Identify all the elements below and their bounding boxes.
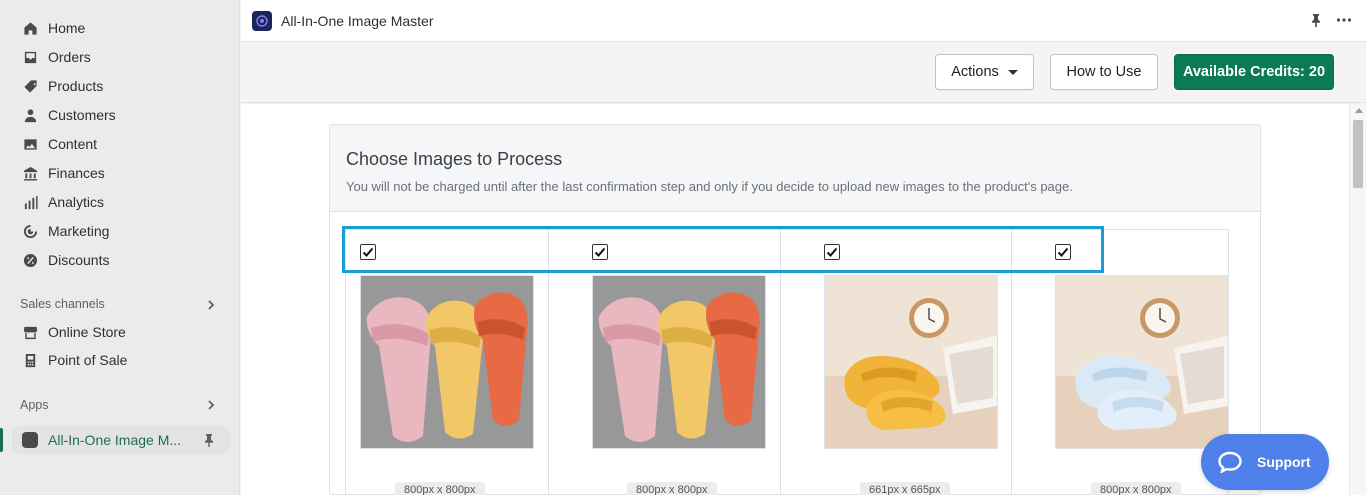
product-image-2[interactable]: [592, 275, 766, 449]
actions-dropdown-button[interactable]: Actions: [935, 54, 1034, 90]
home-icon: [22, 20, 38, 36]
apps-label: Apps: [20, 398, 49, 412]
target-icon: [22, 223, 38, 239]
sidebar-item-app[interactable]: All-In-One Image M...: [12, 426, 230, 454]
card-subtitle: You will not be charged until after the …: [346, 179, 1073, 194]
support-label: Support: [1257, 454, 1311, 470]
app-logo-icon: [252, 10, 272, 31]
action-bar: Actions How to Use Available Credits: 20: [241, 43, 1366, 103]
app-titlebar: All-In-One Image Master: [241, 0, 1366, 42]
sidebar: Home Orders Products Customers Content F…: [0, 0, 240, 495]
sidebar-item-label: Home: [48, 20, 86, 36]
tag-icon: [22, 78, 38, 94]
caret-down-icon: [1007, 69, 1018, 75]
sidebar-item-orders[interactable]: Orders: [12, 43, 230, 71]
scroll-thumb[interactable]: [1353, 120, 1363, 188]
app-icon: [22, 432, 38, 448]
sidebar-item-point-of-sale[interactable]: Point of Sale: [12, 346, 230, 374]
sidebar-item-label: Customers: [48, 107, 116, 123]
sidebar-item-label: Finances: [48, 165, 105, 181]
active-indicator: [0, 428, 3, 452]
sidebar-item-label: All-In-One Image M...: [48, 432, 182, 448]
how-to-use-button[interactable]: How to Use: [1050, 54, 1158, 90]
how-to-use-label: How to Use: [1066, 64, 1142, 80]
more-options-icon[interactable]: [1336, 12, 1352, 33]
checkbox-row-highlight: [342, 226, 1104, 273]
sidebar-item-label: Content: [48, 136, 98, 152]
scrollbar[interactable]: [1349, 104, 1366, 495]
chevron-right-icon[interactable]: [205, 298, 217, 310]
image-icon: [22, 136, 38, 152]
sidebar-item-label: Orders: [48, 49, 91, 65]
sidebar-item-marketing[interactable]: Marketing: [12, 217, 230, 245]
bank-icon: [22, 165, 38, 181]
sidebar-item-label: Point of Sale: [48, 352, 128, 368]
scroll-up-icon[interactable]: [1355, 108, 1363, 113]
sidebar-item-label: Products: [48, 78, 104, 94]
sidebar-item-label: Marketing: [48, 223, 110, 239]
sidebar-item-analytics[interactable]: Analytics: [12, 188, 230, 216]
product-image-1[interactable]: [360, 275, 534, 449]
chevron-right-icon[interactable]: [205, 398, 217, 410]
product-image-4[interactable]: [1055, 275, 1229, 449]
inbox-icon: [22, 49, 38, 65]
percent-badge-icon: [22, 252, 38, 268]
sidebar-item-discounts[interactable]: Discounts: [12, 246, 230, 274]
support-button[interactable]: Support: [1201, 434, 1329, 490]
person-icon: [22, 107, 38, 123]
actions-label: Actions: [951, 64, 999, 80]
card-title: Choose Images to Process: [346, 149, 563, 169]
image-size-label: 800px x 800px: [1091, 482, 1181, 495]
chat-bubble-icon: [1218, 451, 1242, 473]
image-size-label: 800px x 800px: [395, 482, 485, 495]
pos-icon: [22, 352, 38, 368]
image-size-label: 800px x 800px: [627, 482, 717, 495]
sidebar-item-finances[interactable]: Finances: [12, 159, 230, 187]
pin-icon[interactable]: [1308, 12, 1324, 33]
sales-channels-label: Sales channels: [20, 297, 105, 311]
credits-label: Available Credits: 20: [1182, 64, 1326, 80]
sidebar-item-label: Discounts: [48, 252, 110, 268]
bar-chart-icon: [22, 194, 38, 210]
sidebar-item-home[interactable]: Home: [12, 14, 230, 42]
sidebar-item-products[interactable]: Products: [12, 72, 230, 100]
pin-icon[interactable]: [202, 433, 216, 447]
sidebar-item-online-store[interactable]: Online Store: [12, 318, 230, 346]
product-image-3[interactable]: [824, 275, 998, 449]
app-title: All-In-One Image Master: [281, 12, 434, 29]
sidebar-item-content[interactable]: Content: [12, 130, 230, 158]
sidebar-item-label: Online Store: [48, 324, 126, 340]
available-credits-button[interactable]: Available Credits: 20: [1174, 54, 1334, 90]
card-header: Choose Images to Process You will not be…: [330, 125, 1260, 212]
sidebar-item-customers[interactable]: Customers: [12, 101, 230, 129]
sidebar-item-label: Analytics: [48, 194, 105, 210]
store-icon: [22, 324, 38, 340]
image-size-label: 661px x 665px: [860, 482, 950, 495]
